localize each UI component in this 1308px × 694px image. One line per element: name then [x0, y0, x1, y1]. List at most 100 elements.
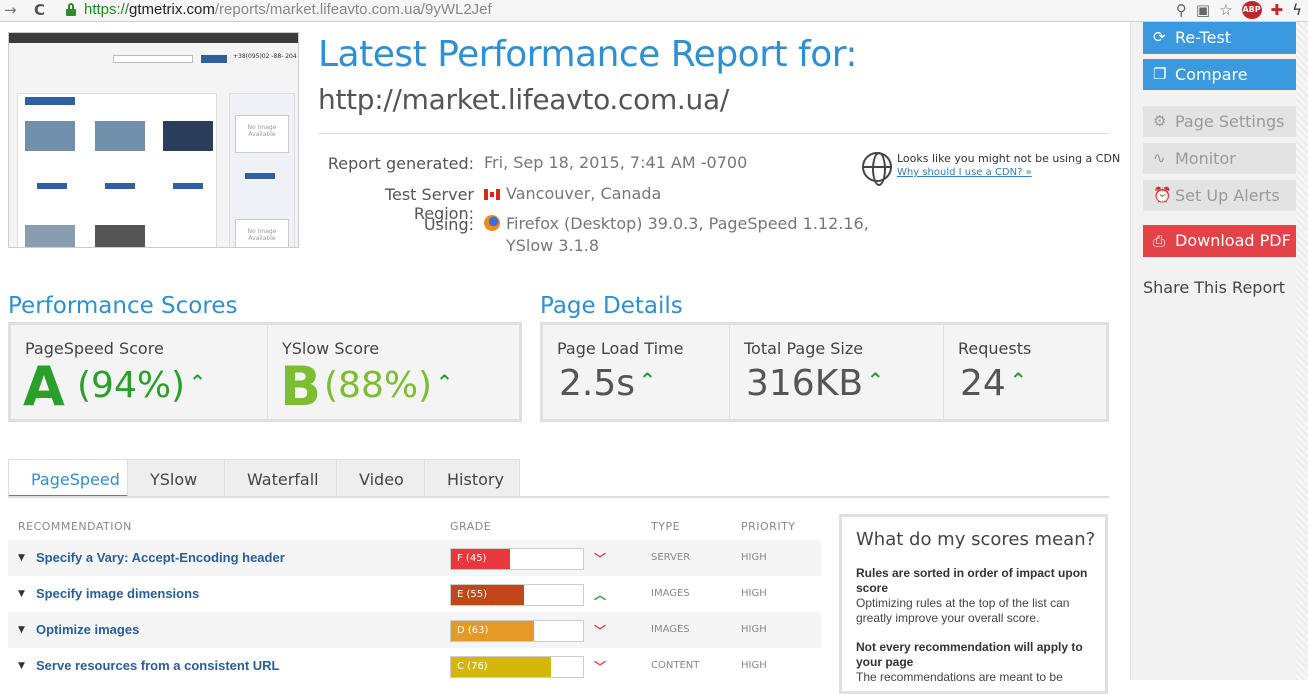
meaning-text-2: The recommendations are meant to be — [856, 670, 1063, 684]
table-row[interactable]: ▼ Serve resources from a consistent URL C … — [8, 648, 821, 684]
size-value-wrap: 316KB ⌃ — [746, 363, 884, 404]
tab-history[interactable]: History — [425, 459, 520, 498]
trend-down-icon: ﹀ — [594, 552, 607, 566]
url-scheme: https:// — [84, 1, 130, 18]
using-value-wrap: Firefox (Desktop) 39.0.3, PageSpeed 1.12… — [484, 213, 869, 257]
pagespeed-score: PageSpeed Score A (94%) ⌃ — [11, 325, 267, 419]
page-details-heading: Page Details — [540, 293, 683, 319]
yslow-pct-wrap: (88%) ⌃ — [324, 365, 453, 406]
reload-icon[interactable]: C — [34, 1, 45, 19]
download-pdf-button[interactable]: ⎙ Download PDF — [1143, 225, 1296, 257]
pagespeed-grade: A — [23, 355, 65, 418]
zoom-icon[interactable]: ⚲ — [1176, 1, 1187, 19]
performance-scores-heading: Performance Scores — [8, 293, 238, 319]
report-generated-label: Report generated: — [327, 154, 474, 173]
alerts-button[interactable]: ⏰ Set Up Alerts — [1143, 180, 1296, 211]
tab-waterfall[interactable]: Waterfall — [225, 459, 337, 498]
browser-icons: ⚲ ▣ ☆ ABP ✚ ϟ — [1176, 1, 1302, 19]
thumbnail-noimage-1: No Image Available — [235, 115, 289, 153]
rule-type: CONTENT — [651, 660, 700, 671]
grade-fill: C (76) — [451, 657, 551, 677]
tab-video[interactable]: Video — [337, 459, 425, 498]
cdn-notice-text: Looks like you might not be using a CDN — [897, 152, 1121, 165]
performance-scores-box: PageSpeed Score A (94%) ⌃ YSlow Score B (… — [8, 322, 522, 422]
monitor-button[interactable]: ∿ Monitor — [1143, 143, 1296, 174]
up-arrow-icon: ⌃ — [1009, 368, 1027, 392]
recommendation-name[interactable]: Specify a Vary: Accept-Encoding header — [36, 550, 285, 565]
trend-down-icon: ﹀ — [594, 660, 607, 674]
rule-priority: HIGH — [741, 624, 767, 635]
requests: Requests 24 ⌃ — [943, 325, 1106, 419]
grade-bar: E (55) — [450, 584, 584, 606]
page-title: Latest Performance Report for: — [318, 34, 858, 75]
url-path: /reports/market.lifeavto.com.ua/9yWL2Jef — [214, 1, 492, 18]
grade-bar: D (63) — [450, 620, 584, 642]
globe-icon — [862, 152, 892, 186]
report-generated-value: Fri, Sep 18, 2015, 7:41 AM -0700 — [484, 153, 748, 172]
table-row[interactable]: ▼ Specify a Vary: Accept-Encoding header F… — [8, 540, 821, 576]
col-recommendation[interactable]: RECOMMENDATION — [18, 520, 132, 533]
trend-up-icon: ︿ — [594, 588, 607, 602]
tab-yslow[interactable]: YSlow — [128, 459, 225, 498]
page-settings-button[interactable]: ⚙ Page Settings — [1143, 106, 1296, 137]
load-value-wrap: 2.5s ⌃ — [559, 363, 656, 404]
compare-button[interactable]: ❐ Compare — [1143, 59, 1296, 90]
up-arrow-icon: ⌃ — [436, 370, 453, 394]
grade-bar: C (76) — [450, 656, 584, 678]
pagespeed-pct-wrap: (94%) ⌃ — [77, 365, 206, 406]
bookmark-star-icon[interactable]: ☆ — [1219, 1, 1232, 19]
back-icon[interactable]: → — [4, 1, 17, 19]
grade-label: E (55) — [457, 589, 488, 600]
extension-cross-icon[interactable]: ✚ — [1271, 1, 1284, 19]
expand-caret-icon[interactable]: ▼ — [18, 661, 25, 671]
tab-pagespeed[interactable]: PageSpeed — [8, 459, 128, 498]
translate-icon[interactable]: ▣ — [1196, 1, 1210, 19]
gear-icon: ⚙ — [1153, 112, 1167, 130]
lightning-icon[interactable]: ϟ — [1292, 1, 1302, 19]
yslow-pct: (88%) — [324, 365, 433, 406]
col-grade[interactable]: GRADE — [450, 520, 491, 533]
thumbnail-noimage-2: No Image Available — [235, 219, 289, 247]
share-report-link[interactable]: Share This Report — [1143, 278, 1285, 297]
address-bar[interactable]: https://gtmetrix.com/reports/market.life… — [84, 1, 492, 18]
page-details-box: Page Load Time 2.5s ⌃ Total Page Size 316… — [540, 322, 1109, 422]
total-page-size: Total Page Size 316KB ⌃ — [729, 325, 943, 419]
req-value-wrap: 24 ⌃ — [960, 363, 1027, 404]
recommendation-name[interactable]: Specify image dimensions — [36, 586, 199, 601]
table-row[interactable]: ▼ Specify image dimensions E (55) ︿ IMAGES HI… — [8, 576, 821, 612]
rule-type: IMAGES — [651, 624, 690, 635]
page-screenshot-thumbnail[interactable]: +38(095)02 -88- 204 No Image Available N… — [8, 32, 299, 248]
retest-button[interactable]: ⟳ Re-Test — [1143, 22, 1296, 54]
expand-caret-icon[interactable]: ▼ — [18, 625, 25, 635]
pdf-icon: ⎙ — [1153, 232, 1166, 250]
page-load-time: Page Load Time 2.5s ⌃ — [543, 325, 729, 419]
browser-toolbar: → C https://gtmetrix.com/reports/market.… — [0, 0, 1308, 22]
grade-label: C (76) — [457, 661, 488, 672]
adblock-icon[interactable]: ABP — [1241, 1, 1262, 19]
rule-priority: HIGH — [741, 660, 767, 671]
trend-down-icon: ﹀ — [594, 624, 607, 638]
expand-caret-icon[interactable]: ▼ — [18, 553, 25, 563]
region-value-wrap: Vancouver, Canada — [484, 183, 661, 205]
rule-type: SERVER — [651, 552, 691, 563]
monitor-label: Monitor — [1175, 149, 1236, 168]
meaning-bold-2: Not every recommendation will apply to y… — [856, 640, 1083, 669]
rule-type: IMAGES — [651, 588, 690, 599]
recommendation-name[interactable]: Optimize images — [36, 622, 139, 637]
pulse-icon: ∿ — [1153, 149, 1166, 167]
recommendation-name[interactable]: Serve resources from a consistent URL — [36, 658, 279, 673]
page-settings-label: Page Settings — [1175, 112, 1285, 131]
cdn-link[interactable]: Why should I use a CDN? » — [897, 167, 1032, 178]
table-row[interactable]: ▼ Optimize images D (63) ﹀ IMAGES HIGH — [8, 612, 821, 648]
grade-label: F (45) — [457, 553, 487, 564]
col-type[interactable]: TYPE — [651, 520, 680, 533]
compare-icon: ❐ — [1153, 65, 1167, 83]
up-arrow-icon: ⌃ — [867, 368, 884, 392]
col-priority[interactable]: PRIORITY — [741, 520, 796, 533]
size-value: 316KB — [746, 363, 864, 404]
download-pdf-label: Download PDF — [1175, 231, 1291, 250]
up-arrow-icon: ⌃ — [639, 368, 656, 392]
expand-caret-icon[interactable]: ▼ — [18, 589, 25, 599]
report-url: http://market.lifeavto.com.ua/ — [318, 83, 729, 116]
scores-meaning-title: What do my scores mean? — [856, 529, 1096, 550]
